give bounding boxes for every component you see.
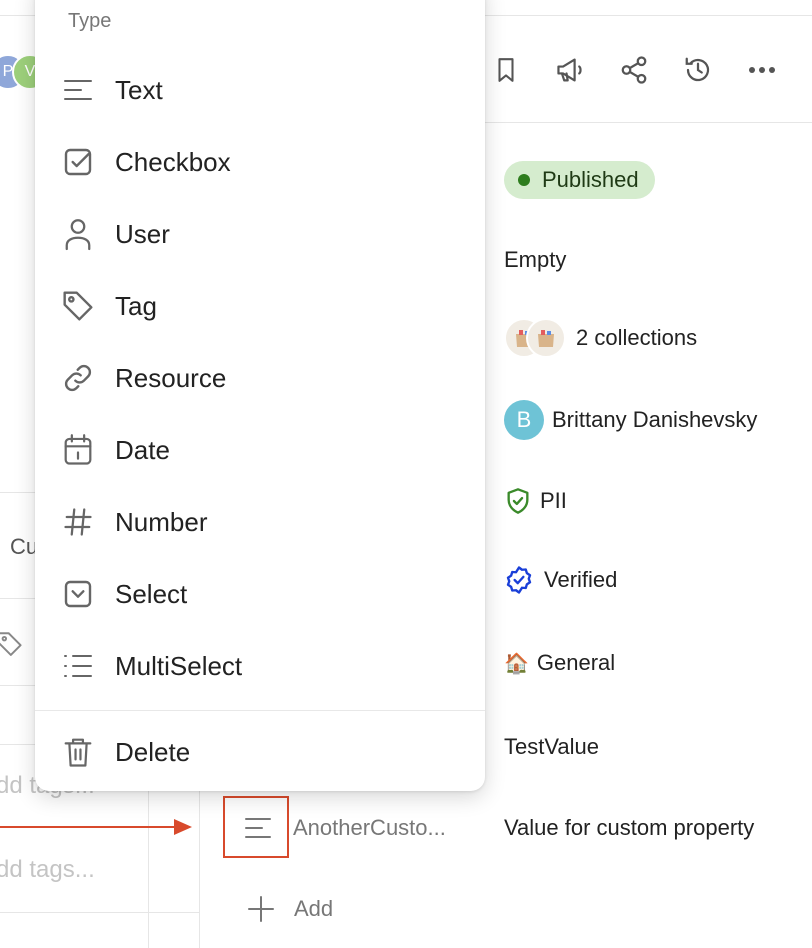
menu-item-user[interactable]: User [35, 202, 485, 266]
classification-label: PII [540, 488, 567, 513]
bookmark-icon[interactable] [486, 50, 526, 90]
menu-item-label: Checkbox [115, 146, 231, 177]
add-property-button[interactable]: Add [246, 894, 333, 924]
menu-item-label: Date [115, 434, 170, 465]
menu-item-text[interactable]: Text [35, 58, 485, 122]
add-tags-placeholder[interactable]: dd tags... [0, 856, 95, 884]
house-icon: 🏠 [504, 652, 529, 675]
menu-item-label: Delete [115, 736, 191, 767]
empty-value[interactable]: Empty [504, 247, 566, 273]
menu-item-label: Tag [115, 290, 157, 321]
more-icon[interactable] [742, 50, 782, 90]
shield-check-icon [504, 486, 532, 516]
certification-value[interactable]: Verified [504, 565, 617, 595]
menu-item-resource[interactable]: Resource [35, 346, 485, 410]
menu-item-label: Text [115, 74, 163, 105]
user-icon [61, 217, 95, 251]
menu-item-label: User [115, 218, 170, 249]
collections-value[interactable]: 2 collections [504, 318, 697, 358]
text-lines-icon[interactable] [243, 815, 273, 841]
tag-icon [61, 289, 95, 323]
share-icon[interactable] [614, 50, 654, 90]
menu-item-date[interactable]: Date [35, 418, 485, 482]
menu-item-tag[interactable]: Tag [35, 274, 485, 338]
menu-item-multiselect[interactable]: MultiSelect [35, 634, 485, 698]
list-icon [61, 649, 95, 683]
plus-icon [246, 894, 276, 924]
text-lines-icon [61, 73, 95, 107]
menu-item-label: Resource [115, 362, 227, 393]
avatar: B [504, 400, 544, 440]
add-label: Add [294, 896, 334, 921]
link-icon [61, 361, 95, 395]
domain-value[interactable]: 🏠 General [504, 650, 615, 676]
menu-item-label: Number [115, 506, 208, 537]
menu-header: Type [68, 10, 112, 32]
tag-icon [0, 630, 26, 656]
type-dropdown-menu: Type Text Checkbox User Tag Resource Dat… [35, 0, 485, 791]
menu-item-label: Select [115, 578, 188, 609]
test-value[interactable]: TestValue [504, 734, 599, 760]
certification-label: Verified [544, 567, 618, 592]
menu-item-number[interactable]: Number [35, 490, 485, 554]
status-badge[interactable]: Published [504, 161, 655, 199]
trash-icon [61, 735, 95, 769]
status-text: Published [542, 167, 639, 192]
collections-label: 2 collections [576, 325, 698, 350]
menu-item-label: MultiSelect [115, 650, 243, 681]
megaphone-icon[interactable] [550, 50, 590, 90]
menu-separator [35, 710, 485, 711]
arrow-head [174, 819, 192, 835]
collection-icon [526, 318, 566, 358]
domain-label: General [536, 650, 616, 675]
toolbar [490, 50, 812, 90]
menu-item-select[interactable]: Select [35, 562, 485, 626]
checkbox-icon [61, 145, 95, 179]
custom-property-value[interactable]: Value for custom property [504, 815, 754, 841]
history-icon[interactable] [678, 50, 718, 90]
avatar-stack[interactable]: P V [0, 54, 48, 90]
menu-item-checkbox[interactable]: Checkbox [35, 130, 485, 194]
hash-icon [61, 505, 95, 539]
verified-badge-icon [504, 565, 534, 595]
toolbar-divider [485, 122, 812, 123]
calendar-icon [61, 433, 95, 467]
owner-name: Brittany Danishevsky [552, 407, 758, 432]
classification-value[interactable]: PII [504, 486, 567, 516]
status-dot [518, 174, 530, 186]
owner-value[interactable]: B Brittany Danishevsky [504, 400, 757, 440]
left-divider [0, 912, 200, 913]
select-icon [61, 577, 95, 611]
menu-item-delete[interactable]: Delete [35, 720, 485, 784]
custom-property-name[interactable]: AnotherCusto... [293, 815, 446, 841]
arrow [0, 826, 178, 828]
left-column-label: Cu [10, 534, 39, 559]
